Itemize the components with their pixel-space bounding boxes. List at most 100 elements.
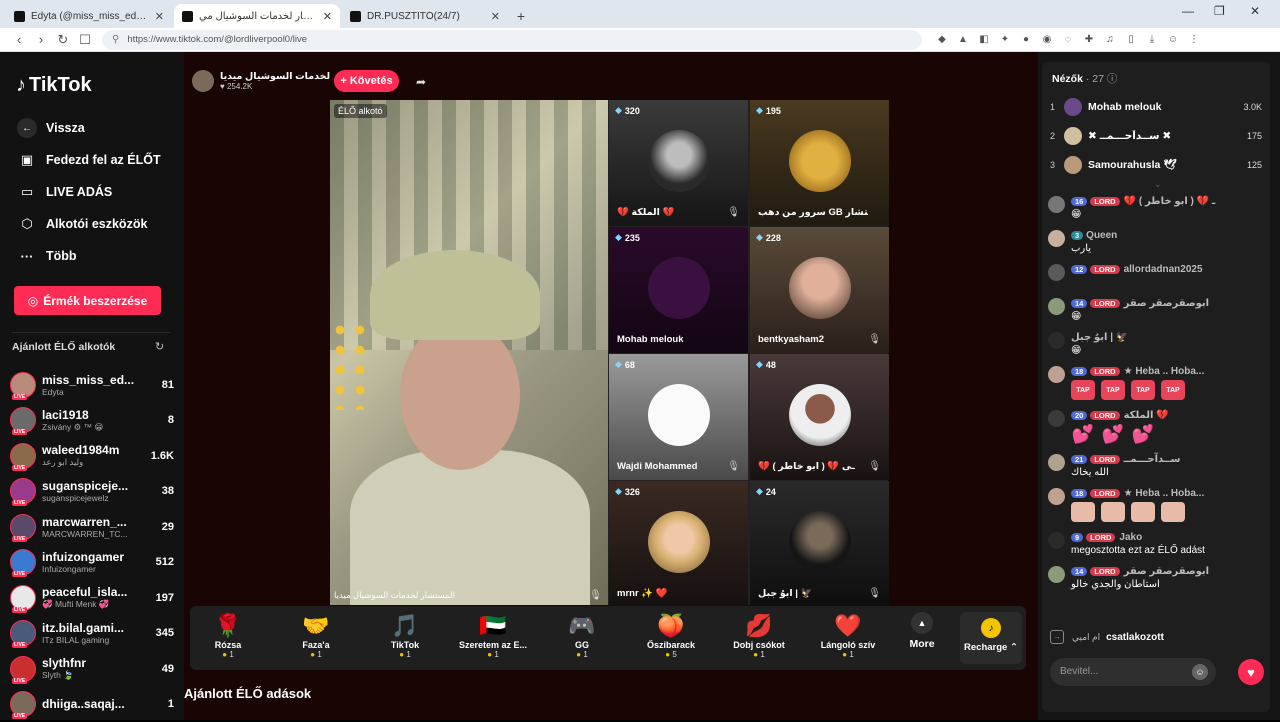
puzzle-icon[interactable]: ✚	[1083, 34, 1095, 46]
creator-nickname: MARCWARREN_TC...	[42, 529, 144, 539]
extension-icon[interactable]: ✦	[999, 34, 1011, 46]
back-arrow-icon[interactable]: ‹	[8, 32, 30, 47]
chat-input[interactable]: Bevitel... ☺	[1050, 658, 1216, 686]
creator-item[interactable]: LIVEpeaceful_isla...💞 Mufti Menk 💞197	[10, 580, 174, 616]
close-icon[interactable]: ✕	[155, 10, 164, 23]
gift-item[interactable]: 🇦🇪Szeretem az E...● 1	[453, 612, 533, 659]
emoji-icon[interactable]: ☺	[1192, 664, 1208, 680]
media-icon[interactable]: ♫	[1104, 34, 1116, 46]
creator-item[interactable]: LIVEsuganspiceje...suganspicejewelz38	[10, 474, 174, 510]
reload-icon[interactable]: ↻	[52, 32, 74, 48]
refresh-icon[interactable]: ↻	[155, 340, 164, 353]
sticker-row	[1071, 502, 1266, 522]
host-video[interactable]: ÉLŐ alkotó المستشار لخدمات السوشيال ميدي…	[330, 100, 608, 605]
host-avatar[interactable]	[192, 70, 214, 92]
chat-message[interactable]: 20LORDالملكة 💔💕💕💕	[1048, 408, 1266, 452]
guest-tile[interactable]: ◆235 Mohab melouk	[609, 227, 748, 353]
tiktok-favicon-icon	[182, 11, 193, 22]
like-heart-button[interactable]: ♥	[1238, 659, 1264, 685]
get-coins-button[interactable]: ◎ Érmék beszerzése	[14, 286, 161, 315]
top-viewer-row[interactable]: 2✖ ســدآحـــمــ ✖175	[1050, 121, 1262, 150]
creator-item[interactable]: LIVEinfuizongamerInfuizongamer512	[10, 545, 174, 581]
chat-message[interactable]: 21LORDســدآحـــمــالله يخاك	[1048, 452, 1266, 486]
close-icon[interactable]: ✕	[323, 10, 332, 23]
guest-tile[interactable]: ◆24 ابوُ جبل | 🦅 🎙	[750, 481, 889, 607]
gift-item[interactable]: 🍑Őszibarack● 5	[631, 612, 711, 659]
sidebar-item-back[interactable]: ← Vissza	[16, 112, 176, 144]
tiktok-logo[interactable]: ♪ TikTok	[16, 74, 92, 97]
gg-icon: 🎮	[542, 612, 622, 640]
forward-arrow-icon[interactable]: ›	[30, 32, 52, 47]
gift-item[interactable]: ❤️Lángoló szív● 1	[808, 612, 888, 659]
chevron-down-icon[interactable]: ⌄	[1154, 179, 1162, 190]
gift-item[interactable]: 🎵TikTok● 1	[365, 612, 445, 659]
profile-icon[interactable]: ☺	[1167, 34, 1179, 46]
recharge-button[interactable]: ♪ Recharge ⌃	[960, 612, 1022, 664]
creator-item[interactable]: LIVEmiss_miss_ed...Edyta81	[10, 367, 174, 403]
sidebar-item-explore-live[interactable]: ▣ Fedezd fel az ÉLŐT	[16, 144, 176, 176]
level-badge: 14	[1071, 567, 1087, 576]
downloads-icon[interactable]: ⤓	[1146, 34, 1158, 46]
chat-message[interactable]: 12LORDallordadnan2025	[1048, 262, 1266, 296]
top-viewer-row[interactable]: 1Mohab melouk3.0K	[1050, 92, 1262, 121]
viewer-points: 175	[1247, 131, 1262, 141]
guest-tile[interactable]: ◆228 bentkyasham2 🎙	[750, 227, 889, 353]
creator-item[interactable]: LIVElaci1918Zsivány ⚙ ™ 😁8	[10, 403, 174, 439]
browser-tab[interactable]: DR.PUSZTÍTÓ(24/7) ✕	[342, 4, 508, 28]
menu-icon[interactable]: ⋮	[1188, 34, 1200, 46]
gift-item[interactable]: 🌹Rózsa● 1	[188, 612, 268, 659]
share-icon[interactable]: ➦	[416, 75, 426, 89]
site-info-icon[interactable]: ⚲	[112, 34, 119, 45]
host-info[interactable]: المستشار لخدمات السوشيال ميديا ♥ 254.2K	[192, 70, 330, 92]
more-gifts-button[interactable]: ▲ More	[902, 612, 942, 650]
gift-item[interactable]: 🎮GG● 1	[542, 612, 622, 659]
creator-item[interactable]: LIVEitz.bilal.gami...ITz BILAL gaming345	[10, 616, 174, 652]
extension-icon[interactable]: ◌	[1062, 34, 1074, 46]
gift-item[interactable]: 💋Dobj csókot● 1	[719, 612, 799, 659]
browser-tab[interactable]: Edyta (@miss_miss_edyta) ÉLŐ adá ✕	[6, 4, 172, 28]
guest-tile[interactable]: ◆320 💔 الملكة 💔 🎙	[609, 100, 748, 226]
guest-tile[interactable]: ◆195 سرور من دهب GB المستشار	[750, 100, 889, 226]
browser-tab-active[interactable]: المستشار لخدمات السوشيال مي ✕	[174, 4, 340, 28]
chat-message[interactable]: 18LORD★ Heba .. Hoba...	[1048, 486, 1266, 530]
follow-button[interactable]: + Követés	[334, 70, 399, 92]
live-badge: LIVE	[12, 394, 27, 400]
minimize-icon[interactable]: —	[1182, 4, 1194, 18]
sidebar-item-live-stream[interactable]: ▭ LIVE ADÁS	[16, 176, 176, 208]
chat-message[interactable]: 3Queenيارب	[1048, 228, 1266, 262]
close-icon[interactable]: ✕	[491, 10, 500, 23]
creator-item[interactable]: LIVEmarcwarren_...MARCWARREN_TC...29	[10, 509, 174, 545]
mic-off-icon: 🎙	[727, 207, 740, 218]
extension-icon[interactable]: ◉	[1041, 34, 1053, 46]
guest-tile[interactable]: ◆68 Wajdi Mohammed 🎙	[609, 354, 748, 480]
chat-message[interactable]: 9LORDJakomegosztotta ezt az ÉLŐ adást	[1048, 530, 1266, 564]
guest-tile[interactable]: ◆48 💔 ( ابو خاطر ) 💔 ـى 🎙	[750, 354, 889, 480]
creator-item[interactable]: LIVEslythfnrSlyth 🍃49	[10, 651, 174, 687]
url-field[interactable]: ⚲ https://www.tiktok.com/@lordliverpool0…	[102, 30, 922, 50]
gift-item[interactable]: 🤝Faza'a● 1	[276, 612, 356, 659]
diamond-icon: ◆	[615, 486, 622, 497]
extension-icon[interactable]: ●	[1020, 34, 1032, 46]
shield-icon[interactable]: ◆	[936, 34, 948, 46]
close-window-icon[interactable]: ✕	[1250, 4, 1260, 18]
chat-message[interactable]: 14LORDابوصقرصقر صقر😁	[1048, 296, 1266, 330]
chat-message[interactable]: 14LORDابوصقرصقر صقراستاطان والجدي خالو	[1048, 564, 1266, 598]
creator-item[interactable]: LIVEdhiiga..saqaj...1	[10, 687, 174, 722]
coin-icon: ●	[576, 650, 581, 659]
translate-icon[interactable]: ◧	[978, 34, 990, 46]
sidebar-item-creator-tools[interactable]: ⬡ Alkotói eszközök	[16, 208, 176, 240]
sidebar-icon[interactable]: ▯	[1125, 34, 1137, 46]
creator-nickname: Edyta	[42, 387, 144, 397]
bookmark-icon[interactable]: ☐	[74, 32, 96, 48]
creator-item[interactable]: LIVEwaleed1984mوليد ابو رعد1.6K	[10, 438, 174, 474]
chat-message[interactable]: ابوُ جبل | 🦅😁	[1048, 330, 1266, 364]
join-notification: → ام اميي csatlakozott	[1050, 630, 1262, 644]
warning-icon[interactable]: ▲	[957, 34, 969, 46]
sidebar-item-more[interactable]: ··· Több	[16, 240, 176, 272]
maximize-icon[interactable]: ❐	[1214, 4, 1225, 18]
top-viewer-row[interactable]: 3Samourahusla 🕊125	[1050, 150, 1262, 179]
chat-message[interactable]: 18LORD★ Heba .. Hoba...TAPTAPTAPTAP	[1048, 364, 1266, 408]
guest-tile[interactable]: ◆326 mrnr ✨ ❤️	[609, 481, 748, 607]
new-tab-button[interactable]: +	[510, 4, 532, 28]
chat-message[interactable]: 16LORD💔 ( ابو خاطر ) 💔 ـ😁	[1048, 194, 1266, 228]
